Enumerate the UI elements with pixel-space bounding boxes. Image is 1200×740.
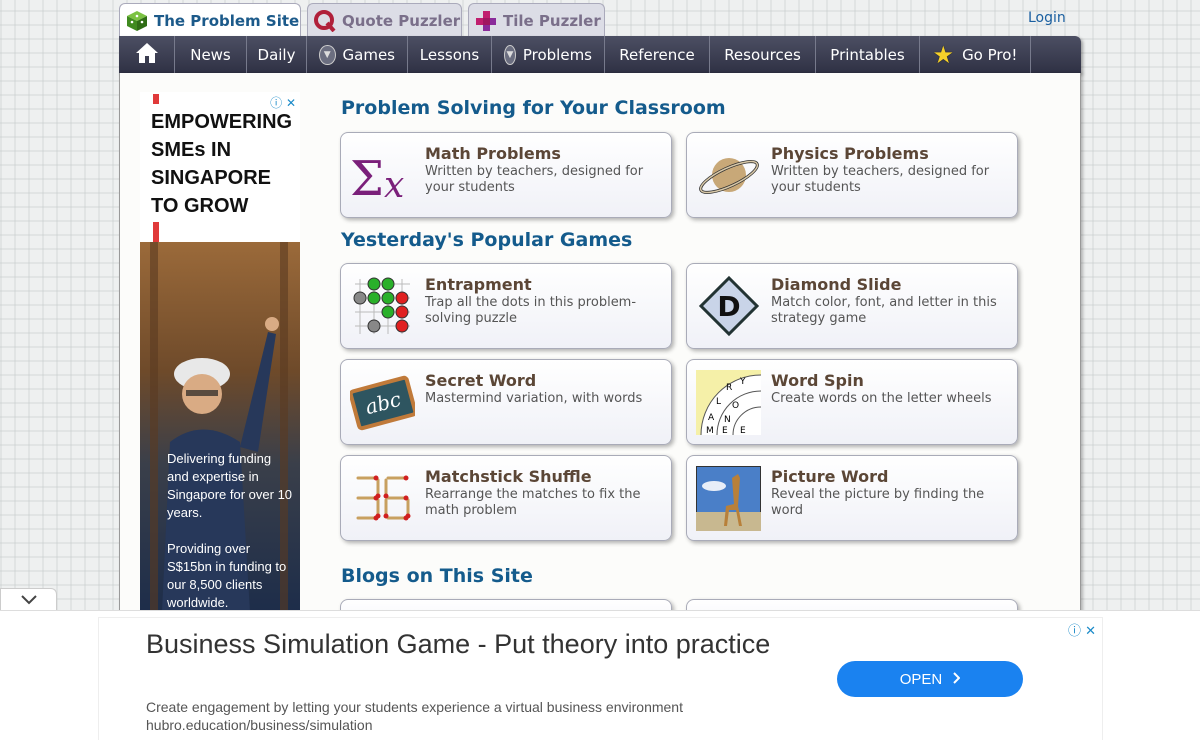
tiles-icon <box>475 10 497 32</box>
dots-grid-icon <box>350 274 415 339</box>
nav-label: Games <box>342 45 395 64</box>
card-description: Match color, font, and letter in this st… <box>771 295 997 326</box>
ad-accent-bar <box>153 222 159 244</box>
nav-label: Go Pro! <box>962 45 1018 64</box>
collapse-ad-button[interactable] <box>0 588 57 612</box>
giraffe-picture-icon <box>695 465 762 532</box>
card-title: Entrapment <box>425 275 532 294</box>
chevron-down-icon <box>20 593 38 609</box>
svg-text:E: E <box>740 426 746 435</box>
svg-text:E: E <box>722 426 728 435</box>
star-icon: ★ <box>932 40 955 69</box>
chevron-down-icon: ▼ <box>319 44 336 65</box>
chalkboard-abc-icon: abc <box>348 370 418 435</box>
ad-info-close-icon[interactable]: ⓘ ✕ <box>1068 620 1096 639</box>
nav-resources[interactable]: Resources <box>710 36 816 73</box>
chevron-right-icon <box>952 671 961 688</box>
ad-title[interactable]: Business Simulation Game - Put theory in… <box>146 626 786 662</box>
sigma-x-icon: Σx <box>350 143 415 208</box>
tab-the-problem-site[interactable]: The Problem Site <box>119 3 301 38</box>
q-logo-icon <box>314 9 336 32</box>
saturn-icon <box>696 143 761 208</box>
bottom-advertisement: Business Simulation Game - Put theory in… <box>0 610 1200 740</box>
nav-label: Problems <box>522 45 592 64</box>
card-word-spin[interactable]: RYLOANMEE Word Spin Create words on the … <box>686 359 1018 496</box>
button-label: OPEN <box>899 670 943 688</box>
diamond-d-icon: D <box>696 274 761 339</box>
card-diamond-slide[interactable]: D Diamond Slide Match color, font, and l… <box>686 263 1018 349</box>
nav-games[interactable]: ▼ Games <box>307 36 408 73</box>
nav-go-pro[interactable]: ★ Go Pro! <box>920 36 1031 73</box>
svg-text:O: O <box>732 401 739 411</box>
card-physics-problems[interactable]: Physics Problems Written by teachers, de… <box>686 132 1018 218</box>
card-description: Written by teachers, designed for your s… <box>771 164 990 195</box>
card-title: Math Problems <box>425 144 561 163</box>
section-title-games: Yesterday's Popular Games <box>341 229 633 251</box>
ad-container[interactable]: Business Simulation Game - Put theory in… <box>98 617 1103 740</box>
ad-body-line: Providing over S$15bn in funding to our … <box>167 541 287 610</box>
nav-printables[interactable]: Printables <box>816 36 920 73</box>
card-description: Create words on the letter wheels <box>771 391 992 406</box>
card-title: Physics Problems <box>771 144 929 163</box>
nav-label: News <box>190 45 231 64</box>
nav-label: Printables <box>830 45 905 64</box>
card-description: Written by teachers, designed for your s… <box>425 164 644 195</box>
login-link[interactable]: Login <box>1028 10 1066 26</box>
nav-label: Lessons <box>419 45 480 64</box>
tab-label: Tile Puzzler <box>503 11 601 30</box>
section-title-classroom: Problem Solving for Your Classroom <box>341 97 726 119</box>
card-picture-word[interactable]: Picture Word Reveal the picture by findi… <box>686 455 1018 541</box>
card-title: Diamond Slide <box>771 275 902 294</box>
card-description: Mastermind variation, with words <box>425 391 643 406</box>
svg-text:M: M <box>706 426 714 435</box>
card-entrapment[interactable]: Entrapment Trap all the dots in this pro… <box>340 263 672 349</box>
matchstick-36-icon <box>350 466 415 531</box>
nav-label: Resources <box>724 45 801 64</box>
svg-text:R: R <box>726 383 732 393</box>
letter-wheel-icon: RYLOANMEE <box>696 370 822 496</box>
card-title: Secret Word <box>425 371 537 390</box>
card-description: Reveal the picture by finding the word <box>771 487 985 518</box>
card-description: Rearrange the matches to fix the math pr… <box>425 487 641 518</box>
ad-headline: EMPOWERING SMEs IN SINGAPORE TO GROW <box>151 111 293 217</box>
nav-problems[interactable]: ▼ Problems <box>492 36 605 73</box>
section-title-blogs: Blogs on This Site <box>341 565 533 587</box>
nav-label: Daily <box>257 45 296 64</box>
ad-open-button[interactable]: OPEN <box>837 661 1023 697</box>
svg-text:L: L <box>716 397 721 407</box>
svg-text:Σ: Σ <box>350 151 384 207</box>
nav-news[interactable]: News <box>175 36 247 73</box>
svg-text:Y: Y <box>739 377 746 387</box>
nav-lessons[interactable]: Lessons <box>408 36 492 73</box>
card-math-problems[interactable]: Σx Math Problems Written by teachers, de… <box>340 132 672 218</box>
card-matchstick-shuffle[interactable]: Matchstick Shuffle Rearrange the matches… <box>340 455 672 541</box>
svg-text:A: A <box>708 413 715 423</box>
nav-label: Reference <box>619 45 695 64</box>
tab-label: Quote Puzzler <box>342 11 461 30</box>
home-icon <box>135 42 159 68</box>
ad-url[interactable]: hubro.education/business/simulation <box>146 717 372 733</box>
ad-body-line: Delivering funding and expertise in Sing… <box>167 451 293 520</box>
cube-icon <box>126 10 148 32</box>
card-description: Trap all the dots in this problem-solvin… <box>425 295 637 326</box>
tab-quote-puzzler[interactable]: Quote Puzzler <box>307 3 462 37</box>
svg-text:D: D <box>717 290 740 323</box>
main-nav: News Daily ▼ Games Lessons ▼ Problems Refe… <box>119 36 1081 73</box>
nav-home[interactable] <box>119 36 175 73</box>
side-advertisement[interactable]: ⓘ ✕ EMPOWERING SMEs IN SINGAPORE TO GROW… <box>140 92 300 612</box>
chevron-down-icon: ▼ <box>504 44 516 65</box>
nav-daily[interactable]: Daily <box>247 36 307 73</box>
card-title: Picture Word <box>771 467 889 486</box>
card-title: Word Spin <box>771 371 864 390</box>
tab-label: The Problem Site <box>154 12 300 30</box>
card-secret-word[interactable]: abc Secret Word Mastermind variation, wi… <box>340 359 672 445</box>
svg-text:x: x <box>384 165 404 206</box>
card-title: Matchstick Shuffle <box>425 467 592 486</box>
nav-reference[interactable]: Reference <box>605 36 710 73</box>
ad-body: Delivering funding and expertise in Sing… <box>167 450 295 612</box>
ad-subtitle: Create engagement by letting your studen… <box>146 699 683 715</box>
ad-accent-bar <box>153 94 159 104</box>
tab-tile-puzzler[interactable]: Tile Puzzler <box>468 3 605 37</box>
svg-text:N: N <box>724 415 731 425</box>
